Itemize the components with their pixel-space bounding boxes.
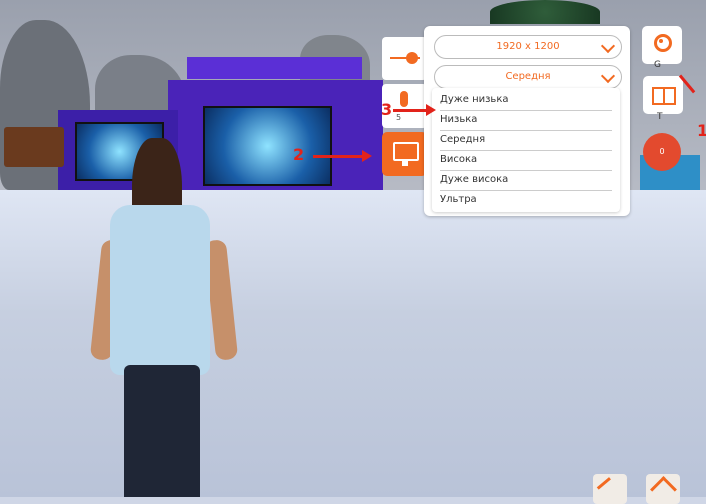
notification-counter[interactable]: 0 xyxy=(643,133,681,171)
graphics-settings-button[interactable] xyxy=(382,132,427,176)
quality-option-ultra[interactable]: Ультра xyxy=(440,190,612,210)
avatar-character xyxy=(89,130,242,497)
chevron-down-icon xyxy=(600,68,616,84)
annotation-number-1: 1 xyxy=(697,121,706,140)
quality-select[interactable]: Середня xyxy=(434,65,622,89)
monitor-icon xyxy=(393,142,419,161)
info-board xyxy=(4,127,64,167)
monitor-stand xyxy=(402,161,408,166)
microphone-label: 5 xyxy=(396,113,402,122)
annotation-arrow-2 xyxy=(313,155,363,158)
christmas-tree xyxy=(490,0,600,24)
emote-button[interactable] xyxy=(593,474,627,504)
guide-button[interactable] xyxy=(643,76,683,114)
annotation-number-2: 2 xyxy=(293,145,305,164)
quality-option-very-low[interactable]: Дуже низька xyxy=(440,90,612,111)
pen-icon xyxy=(596,477,622,502)
stage-roof xyxy=(187,57,362,79)
avatar-legs xyxy=(124,365,200,497)
resolution-select[interactable]: 1920 x 1200 xyxy=(434,35,622,59)
resolution-value: 1920 x 1200 xyxy=(496,41,560,52)
settings-button[interactable] xyxy=(642,26,682,64)
gear-icon xyxy=(654,34,672,52)
dance-button[interactable] xyxy=(646,474,680,504)
quality-value: Середня xyxy=(505,71,551,82)
annotation-arrow-3 xyxy=(393,109,427,112)
quality-option-very-high[interactable]: Дуже висока xyxy=(440,170,612,191)
avatar-top xyxy=(110,205,210,375)
guide-shortcut-label: T xyxy=(657,112,663,122)
quality-option-low[interactable]: Низька xyxy=(440,110,612,131)
settings-shortcut-label: G xyxy=(654,60,661,70)
microphone-icon xyxy=(400,91,408,107)
annotation-arrowhead-3 xyxy=(426,104,436,116)
quality-option-medium[interactable]: Середня xyxy=(440,130,612,151)
annotation-arrowhead-2 xyxy=(362,150,372,162)
quality-dropdown-menu: Дуже низька Низька Середня Висока Дуже в… xyxy=(432,88,620,212)
book-icon-page xyxy=(663,87,676,105)
gear-center xyxy=(659,39,663,43)
chevron-down-icon xyxy=(600,38,616,54)
slider-knob[interactable] xyxy=(406,52,418,64)
annotation-number-3: 3 xyxy=(381,100,393,119)
volume-slider-button[interactable] xyxy=(382,37,427,80)
quality-option-high[interactable]: Висока xyxy=(440,150,612,171)
person-icon xyxy=(650,476,677,503)
